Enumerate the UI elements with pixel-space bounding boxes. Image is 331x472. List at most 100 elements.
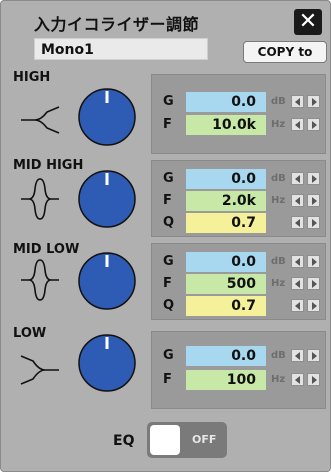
param-row-gain: G 0.0 dB [152,252,325,272]
eq-panel: 入力イコライザー調節 ✕ Mono1 COPY to HIGH G 0.0 dB… [0,0,331,472]
param-row-freq: F 100 Hz [152,370,325,390]
param-row-freq: F 10.0k Hz [152,115,325,135]
freq-value[interactable]: 2.0k [186,191,266,211]
left-arrow-icon [295,197,300,205]
unit-label: dB [271,96,286,107]
decrement-button[interactable] [291,349,304,362]
param-label: Q [163,298,175,313]
param-label: G [163,348,174,363]
param-row-freq: F 2.0k Hz [152,191,325,211]
right-arrow-icon [312,352,317,360]
right-arrow-icon [312,302,317,310]
right-arrow-icon [312,175,317,183]
unit-label: Hz [271,278,286,289]
unit-label: Hz [271,374,286,385]
band-label-mid-low: MID LOW [13,242,80,257]
freq-value[interactable]: 100 [186,370,266,390]
increment-button[interactable] [307,373,320,386]
decrement-button[interactable] [291,373,304,386]
param-label: F [163,117,172,132]
param-row-freq: F 500 Hz [152,274,325,294]
right-arrow-icon [312,98,317,106]
eq-knob-mid-high[interactable] [77,169,137,229]
eq-knob-high[interactable] [77,87,137,147]
close-icon: ✕ [298,9,318,34]
increment-button[interactable] [307,255,320,268]
increment-button[interactable] [307,118,320,131]
param-row-gain: G 0.0 dB [152,169,325,189]
left-arrow-icon [295,219,300,227]
decrement-button[interactable] [291,118,304,131]
param-label: G [163,94,174,109]
eq-knob-low[interactable] [77,333,137,393]
param-label: F [163,276,172,291]
increment-button[interactable] [307,349,320,362]
peak-icon [21,178,59,220]
param-label: F [163,193,172,208]
left-arrow-icon [295,280,300,288]
eq-toggle[interactable]: OFF [147,422,227,458]
right-arrow-icon [312,219,317,227]
right-arrow-icon [312,280,317,288]
right-arrow-icon [312,121,317,129]
param-box-mid-low: G 0.0 dB F 500 Hz Q 0.7 [151,243,326,320]
right-arrow-icon [312,376,317,384]
param-label: Q [163,215,175,230]
q-value[interactable]: 0.7 [186,296,266,316]
left-arrow-icon [295,98,300,106]
param-row-gain: G 0.0 dB [152,346,325,366]
toggle-state: OFF [192,433,217,446]
decrement-button[interactable] [291,194,304,207]
unit-label: dB [271,256,286,267]
gain-value[interactable]: 0.0 [186,252,266,272]
band-label-mid-high: MID HIGH [13,158,84,173]
q-value[interactable]: 0.7 [186,213,266,233]
window-title: 入力イコライザー調節 [34,15,200,34]
freq-value[interactable]: 500 [186,274,266,294]
param-label: F [163,372,172,387]
param-label: G [163,171,174,186]
gain-value[interactable]: 0.0 [186,92,266,112]
freq-value[interactable]: 10.0k [186,115,266,135]
right-arrow-icon [312,197,317,205]
unit-label: dB [271,173,286,184]
left-arrow-icon [295,352,300,360]
increment-button[interactable] [307,172,320,185]
left-arrow-icon [295,121,300,129]
band-label-low: LOW [13,326,47,341]
left-arrow-icon [295,258,300,266]
param-box-high: G 0.0 dB F 10.0k Hz [151,74,326,154]
copy-to-button[interactable]: COPY to [243,41,327,63]
param-row-q: Q 0.7 [152,213,325,233]
low-shelf-icon [20,355,59,385]
increment-button[interactable] [307,95,320,108]
eq-label: EQ [113,433,135,449]
decrement-button[interactable] [291,277,304,290]
decrement-button[interactable] [291,299,304,312]
left-arrow-icon [295,302,300,310]
high-shelf-icon [21,106,60,134]
gain-value[interactable]: 0.0 [186,346,266,366]
peak-icon [21,259,59,301]
decrement-button[interactable] [291,216,304,229]
param-row-gain: G 0.0 dB [152,92,325,112]
decrement-button[interactable] [291,172,304,185]
unit-label: Hz [271,119,286,130]
toggle-knob[interactable] [150,425,180,455]
channel-name-field[interactable]: Mono1 [34,38,208,60]
decrement-button[interactable] [291,255,304,268]
left-arrow-icon [295,376,300,384]
increment-button[interactable] [307,194,320,207]
increment-button[interactable] [307,216,320,229]
close-button[interactable]: ✕ [294,9,322,35]
unit-label: dB [271,350,286,361]
increment-button[interactable] [307,277,320,290]
param-box-low: G 0.0 dB F 100 Hz [151,331,326,409]
param-row-q: Q 0.7 [152,296,325,316]
decrement-button[interactable] [291,95,304,108]
gain-value[interactable]: 0.0 [186,169,266,189]
increment-button[interactable] [307,299,320,312]
param-box-mid-high: G 0.0 dB F 2.0k Hz Q 0.7 [151,160,326,237]
unit-label: Hz [271,195,286,206]
eq-knob-mid-low[interactable] [77,251,137,311]
